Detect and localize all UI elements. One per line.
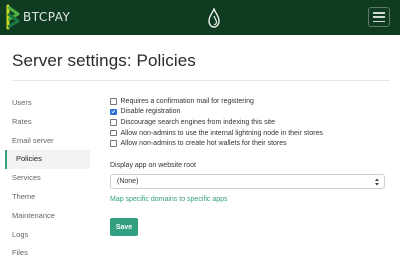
page-title: Server settings: Policies bbox=[12, 51, 196, 70]
option-require-confirmation-mail[interactable]: Requires a confirmation mail for registe… bbox=[110, 96, 390, 107]
hamburger-line bbox=[373, 20, 385, 22]
checkbox[interactable] bbox=[110, 98, 117, 105]
sidebar-item-files[interactable]: Files bbox=[5, 244, 90, 263]
checkbox-checked[interactable] bbox=[110, 108, 117, 116]
display-app-label: Display app on website root bbox=[110, 161, 196, 169]
option-label: Discourage search engines from indexing … bbox=[120, 118, 275, 126]
option-label: Requires a confirmation mail for registe… bbox=[120, 97, 254, 105]
brand-logo[interactable]: BTCPAY bbox=[5, 4, 70, 30]
select-arrows-icon bbox=[375, 178, 379, 186]
option-allow-hot-wallets[interactable]: Allow non-admins to create hot wallets f… bbox=[110, 138, 390, 149]
map-domains-link[interactable]: Map specific domains to specific apps bbox=[110, 196, 390, 203]
checkbox[interactable] bbox=[110, 129, 117, 137]
brand-text: BTCPAY bbox=[23, 10, 71, 24]
checkmark-icon bbox=[111, 110, 116, 114]
hamburger-line bbox=[373, 16, 385, 18]
title-divider bbox=[12, 80, 390, 81]
top-navbar: BTCPAY bbox=[0, 0, 400, 35]
display-app-select[interactable]: (None) bbox=[110, 173, 385, 189]
save-button[interactable]: Save bbox=[110, 218, 138, 236]
policies-form: Requires a confirmation mail for registe… bbox=[110, 96, 390, 236]
sidebar-item-logs[interactable]: Logs bbox=[5, 226, 90, 245]
option-label: Disable registration bbox=[120, 108, 181, 116]
hamburger-menu-button[interactable] bbox=[368, 7, 390, 27]
settings-sidebar: Users Rates Email server Policies Servic… bbox=[5, 94, 90, 263]
sidebar-item-services[interactable]: Services bbox=[5, 169, 90, 188]
sidebar-item-rates[interactable]: Rates bbox=[5, 113, 90, 132]
select-value: (None) bbox=[117, 177, 139, 185]
sidebar-item-users[interactable]: Users bbox=[5, 94, 90, 113]
btcpay-drop-icon bbox=[208, 8, 220, 28]
option-discourage-search-engines[interactable]: Discourage search engines from indexing … bbox=[110, 117, 390, 128]
option-allow-lightning-node[interactable]: Allow non-admins to use the internal lig… bbox=[110, 128, 390, 139]
sidebar-item-email-server[interactable]: Email server bbox=[5, 132, 90, 151]
sidebar-item-policies[interactable]: Policies bbox=[5, 150, 90, 170]
sidebar-item-theme[interactable]: Theme bbox=[5, 188, 90, 207]
sidebar-item-maintenance[interactable]: Maintenance bbox=[5, 207, 90, 226]
option-label: Allow non-admins to create hot wallets f… bbox=[120, 140, 287, 148]
hamburger-line bbox=[373, 12, 385, 14]
checkbox[interactable] bbox=[110, 119, 117, 126]
checkbox[interactable] bbox=[110, 140, 117, 147]
option-disable-registration[interactable]: Disable registration bbox=[110, 107, 390, 118]
btcpay-logo-icon bbox=[6, 4, 20, 30]
option-label: Allow non-admins to use the internal lig… bbox=[120, 129, 323, 137]
